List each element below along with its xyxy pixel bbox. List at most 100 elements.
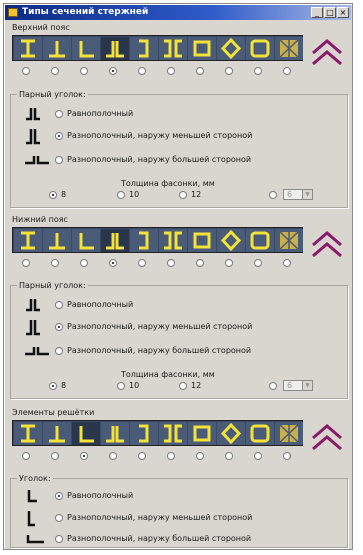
unequal-double-angle-icon (26, 129, 40, 145)
profile-tile[interactable] (217, 37, 245, 60)
profile-radio[interactable] (254, 452, 262, 460)
profile-radio[interactable] (225, 259, 233, 267)
square-tube-icon (250, 424, 270, 443)
option-radio[interactable] (55, 535, 63, 543)
profile-radio[interactable] (196, 67, 204, 75)
maximize-button[interactable]: □ (324, 7, 336, 18)
collapse-chevron-web[interactable] (308, 418, 346, 458)
profile-radio[interactable] (196, 452, 204, 460)
thickness-radio[interactable] (117, 382, 125, 390)
profile-tile[interactable] (43, 229, 71, 252)
profile-radio[interactable] (80, 259, 88, 267)
option-radio[interactable] (55, 323, 63, 331)
wide-double-angle-icon (25, 347, 49, 356)
option-label: Разнополочный, наружу меньшей стороной (67, 131, 253, 140)
profile-radio[interactable] (22, 452, 30, 460)
profile-radio[interactable] (283, 452, 291, 460)
profile-radio[interactable] (138, 67, 146, 75)
profile-radio[interactable] (51, 67, 59, 75)
option-label: Разнополочный, наружу большей стороной (67, 346, 252, 355)
profile-tile[interactable] (159, 422, 187, 445)
option-radio[interactable] (55, 132, 63, 140)
profile-radio[interactable] (167, 67, 175, 75)
profile-tile[interactable] (275, 37, 303, 60)
option-label: Равнополочный (67, 109, 134, 118)
profile-tile[interactable] (275, 422, 303, 445)
option-radio[interactable] (55, 156, 63, 164)
profile-tile[interactable] (188, 37, 216, 60)
profile-radio[interactable] (225, 67, 233, 75)
thickness-radio[interactable] (49, 191, 57, 199)
profile-tile[interactable] (275, 229, 303, 252)
profile-radio[interactable] (109, 259, 117, 267)
profile-tile[interactable] (159, 229, 187, 252)
profile-radio[interactable] (254, 259, 262, 267)
profile-radio[interactable] (283, 259, 291, 267)
profile-tile[interactable] (188, 229, 216, 252)
profile-radio[interactable] (51, 259, 59, 267)
profile-radio[interactable] (51, 452, 59, 460)
thickness-radio[interactable] (179, 382, 187, 390)
thickness-radio[interactable] (49, 382, 57, 390)
collapse-chevron-top[interactable] (308, 33, 346, 73)
option-radio[interactable] (55, 110, 63, 118)
profile-radio[interactable] (196, 259, 204, 267)
profile-radio[interactable] (167, 452, 175, 460)
profile-tile[interactable] (101, 229, 129, 252)
profile-radio[interactable] (138, 259, 146, 267)
angle-icon (79, 41, 94, 58)
profile-radio[interactable] (138, 452, 146, 460)
option-radio[interactable] (55, 347, 63, 355)
chevron-down-icon[interactable]: ▼ (302, 381, 312, 390)
profile-tile[interactable] (246, 229, 274, 252)
custom-thickness-radio[interactable] (269, 382, 277, 390)
custom-thickness-radio[interactable] (269, 191, 277, 199)
profile-tile[interactable] (130, 37, 158, 60)
profile-radio[interactable] (80, 67, 88, 75)
profile-tile[interactable] (43, 422, 71, 445)
collapse-chevron-bottom[interactable] (308, 225, 346, 265)
profile-tile[interactable] (188, 422, 216, 445)
profile-tile[interactable] (14, 229, 42, 252)
profile-radio[interactable] (22, 259, 30, 267)
profile-tile[interactable] (14, 37, 42, 60)
corner-group-title-bottom: Парный уголок: (17, 281, 88, 290)
thickness-radio[interactable] (117, 191, 125, 199)
profile-radio[interactable] (167, 259, 175, 267)
profile-radio[interactable] (109, 67, 117, 75)
close-button[interactable]: × (337, 7, 349, 18)
profile-radio[interactable] (283, 67, 291, 75)
lattice-icon (279, 424, 299, 443)
profile-tile[interactable] (101, 37, 129, 60)
thickness-radio[interactable] (179, 191, 187, 199)
profile-tile[interactable] (217, 422, 245, 445)
option-radio[interactable] (55, 301, 63, 309)
profile-tile[interactable] (14, 422, 42, 445)
profile-tile[interactable] (159, 37, 187, 60)
double-angle-icon (106, 41, 124, 58)
channel-icon (139, 231, 149, 250)
thickness-title-top: Толщина фасонки, мм (121, 179, 215, 188)
custom-thickness-combo[interactable]: 6 ▼ (283, 380, 313, 391)
profile-tile[interactable] (72, 229, 100, 252)
minimize-button[interactable]: _ (311, 7, 323, 18)
profile-radio[interactable] (80, 452, 88, 460)
profile-radio[interactable] (254, 67, 262, 75)
option-radio[interactable] (55, 514, 63, 522)
profile-tile[interactable] (72, 37, 100, 60)
profile-tile[interactable] (43, 37, 71, 60)
profile-tile[interactable] (217, 229, 245, 252)
profile-tile[interactable] (246, 37, 274, 60)
profile-tile[interactable] (246, 422, 274, 445)
chevron-down-icon[interactable]: ▼ (302, 190, 312, 199)
option-radio[interactable] (55, 492, 63, 500)
custom-thickness-combo[interactable]: 6 ▼ (283, 189, 313, 200)
profile-radio[interactable] (225, 452, 233, 460)
profile-tile[interactable] (72, 422, 100, 445)
profile-tile[interactable] (101, 422, 129, 445)
profile-tile[interactable] (130, 229, 158, 252)
profile-radio[interactable] (22, 67, 30, 75)
profile-strip-web (12, 420, 303, 446)
profile-radio[interactable] (109, 452, 117, 460)
profile-tile[interactable] (130, 422, 158, 445)
